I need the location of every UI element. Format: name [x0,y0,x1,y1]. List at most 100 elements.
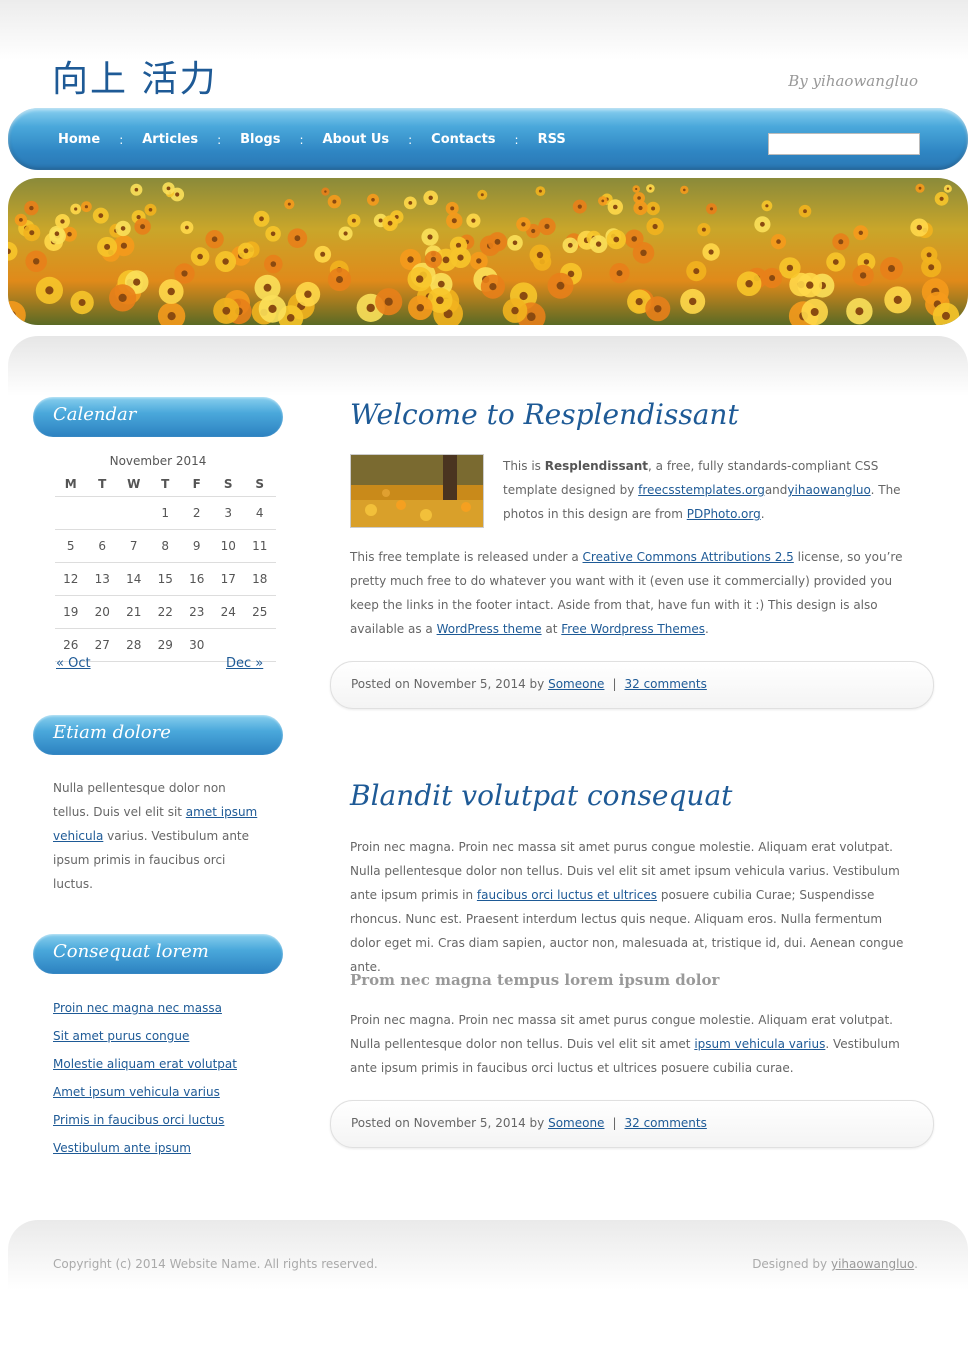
calendar-day: 22 [149,595,181,629]
calendar-day [86,496,118,530]
calendar-day: 19 [55,595,87,629]
calendar-day: 21 [118,595,150,629]
nav-separator: : [408,132,413,147]
calendar-day: 10 [212,529,244,563]
post-author-link[interactable]: Someone [548,1116,604,1130]
post-meta-content: Posted on November 5, 2014 by Someone | 32… [351,677,707,691]
etiam-dolore-title: Etiam dolore [53,722,171,743]
search-input[interactable] [768,133,920,155]
etiam-dolore-text: Nulla pellentesque dolor non tellus. Dui… [53,776,265,896]
calendar-day: 25 [244,595,276,629]
calendar-day: 7 [118,529,150,563]
text-part: This free template is released under a [350,550,583,564]
inline-link[interactable]: Creative Commons Attributions 2.5 [583,550,794,564]
nav-home[interactable]: Home [58,132,100,147]
consequat-lorem-title: Consequat lorem [53,941,209,962]
post-comments-link[interactable]: 32 comments [625,677,707,691]
inline-link[interactable]: ipsum vehicula varius [694,1037,825,1051]
main-navigation: Home : Articles : Blogs : About Us : Con… [8,108,968,170]
list-item: Sit amet purus congue [53,1022,237,1050]
list-item: Molestie aliquam erat volutpat [53,1050,237,1078]
footer-copyright: Copyright (c) 2014 Website Name. All rig… [53,1257,378,1271]
calendar-caption: November 2014 [109,454,207,468]
post-subheading: Prom nec magna tempus lorem ipsum dolor [350,971,720,989]
footer-background [8,1220,968,1290]
calendar-day: 11 [244,529,276,563]
calendar-table: M T W T F S S 1 2 3 4 5 6 7 8 9 10 11 12… [55,472,276,662]
sidebar-link[interactable]: Primis in faucibus orci luctus [53,1113,224,1127]
calendar-day: 6 [86,529,118,563]
designed-by-label: Designed by [752,1257,831,1271]
post-paragraph: Proin nec magna. Proin nec massa sit ame… [350,835,915,979]
text-part: and [764,483,788,497]
calendar-day: 5 [55,529,87,563]
calendar-day: 8 [149,529,181,563]
calendar-day-header: S [244,472,276,497]
nav-about-us[interactable]: About Us [323,132,390,147]
text-part: at [541,622,562,636]
inline-link[interactable]: WordPress theme [437,622,542,636]
calendar-week: 5 6 7 8 9 10 11 [55,529,276,563]
calendar-day [55,496,87,530]
inline-link[interactable]: Free Wordpress Themes [561,622,705,636]
calendar-week: 19 20 21 22 23 24 25 [55,595,276,629]
calendar-day: 23 [181,595,213,629]
inline-link[interactable]: PDPhoto.org [687,507,761,521]
inline-link[interactable]: faucibus orci luctus et ultrices [477,888,657,902]
sidebar-link[interactable]: Amet ipsum vehicula varius [53,1085,220,1099]
calendar-day: 15 [149,562,181,596]
calendar-title: Calendar [53,404,137,425]
nav-separator: : [514,132,519,147]
menu-list: Home : Articles : Blogs : About Us : Con… [58,132,566,147]
post-comments-link[interactable]: 32 comments [625,1116,707,1130]
list-item: Proin nec magna nec massa [53,994,237,1022]
calendar-day-header: F [181,472,213,497]
list-item: Primis in faucibus orci luctus [53,1106,237,1134]
designed-by-end: . [914,1257,918,1271]
nav-separator: : [217,132,222,147]
footer-designed-by: Designed by yihaowangluo. [752,1257,918,1271]
list-item: Amet ipsum vehicula varius [53,1078,237,1106]
designer-link[interactable]: yihaowangluo [831,1257,914,1271]
calendar-day: 18 [244,562,276,596]
post-meta: Posted on November 5, 2014 by Someone | 32… [330,1100,934,1148]
calendar-day: 9 [181,529,213,563]
sidebar-link[interactable]: Proin nec magna nec massa [53,1001,222,1015]
calendar-day-header: T [149,472,181,497]
text-part: This is [503,459,545,473]
text-part: . [760,507,765,521]
sidebar-link[interactable]: Sit amet purus congue [53,1029,189,1043]
nav-contacts[interactable]: Contacts [431,132,495,147]
nav-blogs[interactable]: Blogs [240,132,280,147]
calendar-day: 16 [181,562,213,596]
text-part: . [705,622,709,636]
etiam-dolore-heading: Etiam dolore [33,715,283,755]
content-top-background [8,336,968,396]
nav-rss[interactable]: RSS [538,132,566,147]
post-paragraph: This is Resplendissant, a free, fully st… [503,454,913,526]
nav-articles[interactable]: Articles [142,132,198,147]
inline-link[interactable]: yihaowangluo [787,483,870,497]
calendar-day: 20 [86,595,118,629]
calendar-day: 24 [212,595,244,629]
calendar-day-header: T [86,472,118,497]
post-author-link[interactable]: Someone [548,677,604,691]
sidebar-link[interactable]: Molestie aliquam erat volutpat [53,1057,237,1071]
calendar-next-link[interactable]: Dec » [226,656,263,671]
post-title[interactable]: Blandit volutpat consequat [350,779,732,812]
sidebar-link[interactable]: Vestibulum ante ipsum [53,1141,191,1155]
calendar-day: 12 [55,562,87,596]
calendar-day: 17 [212,562,244,596]
inline-link[interactable]: freecsstemplates.org [638,483,765,497]
post-paragraph: This free template is released under a C… [350,545,915,641]
calendar-prev-link[interactable]: « Oct [56,656,91,671]
post-thumbnail-image [350,454,484,528]
calendar-day-header: S [212,472,244,497]
site-logo[interactable]: 向上 活力 [52,50,217,102]
meta-separator: | [612,1116,617,1130]
post-title[interactable]: Welcome to Resplendissant [350,398,739,431]
post-meta: Posted on November 5, 2014 by Someone | 32… [330,661,934,709]
post-meta-date: Posted on November 5, 2014 by [351,1116,549,1130]
list-item: Vestibulum ante ipsum [53,1134,237,1162]
calendar-day: 27 [86,628,118,662]
